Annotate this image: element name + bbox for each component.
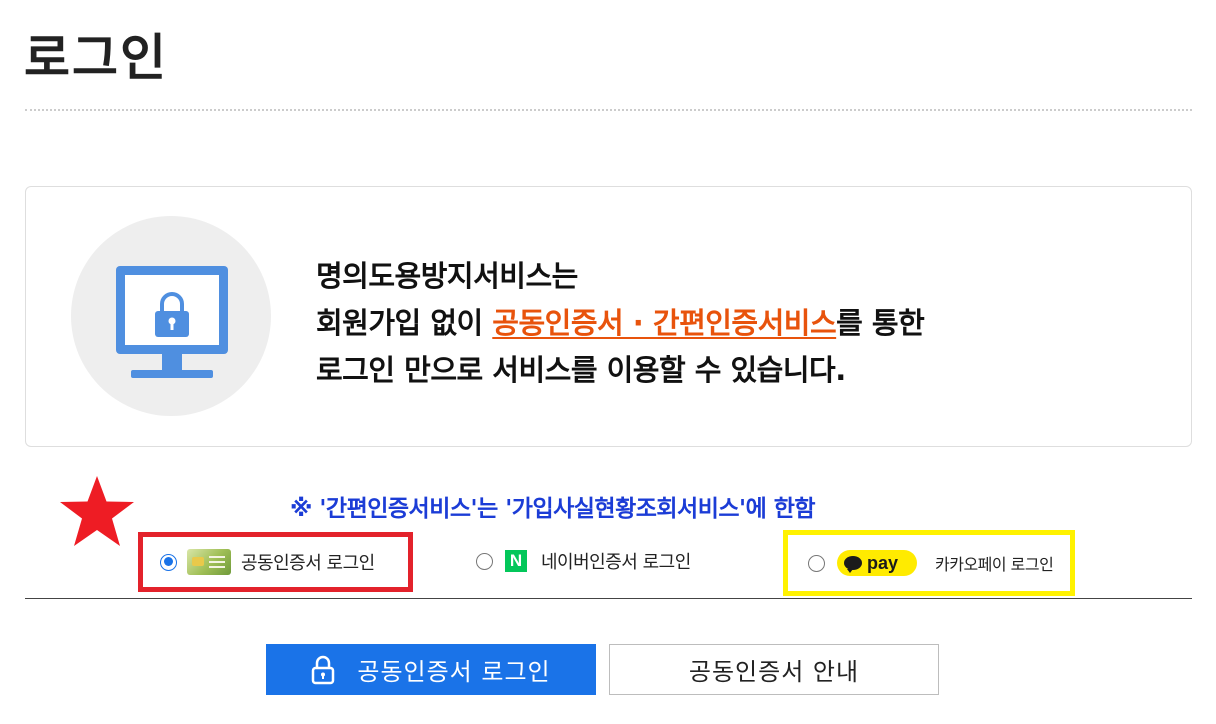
star-icon	[60, 476, 134, 546]
title-divider	[25, 109, 1192, 111]
cert-login-button-label: 공동인증서 로그인	[357, 658, 551, 686]
cert-guide-button[interactable]: 공동인증서 안내	[609, 644, 939, 695]
highlight-link[interactable]: 공동인증서 · 간편인증서비스	[492, 306, 836, 340]
cert-login-button[interactable]: 공동인증서 로그인	[266, 644, 596, 695]
info-box: 명의도용방지서비스는 회원가입 없이 공동인증서 · 간편인증서비스를 통한 로…	[25, 186, 1192, 447]
speech-bubble-icon	[844, 556, 862, 573]
section-divider	[25, 598, 1192, 599]
service-description: 명의도용방지서비스는 회원가입 없이 공동인증서 · 간편인증서비스를 통한 로…	[316, 253, 925, 394]
cert-radio[interactable]	[160, 553, 177, 571]
kakaopay-icon: pay	[837, 550, 917, 576]
description-line-1: 명의도용방지서비스는	[316, 259, 578, 293]
login-method-kakao[interactable]: pay 카카오페이 로그인	[783, 530, 1075, 596]
login-method-cert[interactable]: 공동인증서 로그인	[138, 532, 413, 592]
certificate-card-icon	[187, 549, 231, 575]
cert-guide-button-label: 공동인증서 안내	[688, 658, 860, 686]
naver-n-icon: N	[505, 550, 527, 572]
notice-text: ※ '간편인증서비스'는 '가입사실현황조회서비스'에 한함	[290, 496, 816, 522]
kakao-label: 카카오페이 로그인	[935, 555, 1054, 574]
description-line-2: 회원가입 없이 공동인증서 · 간편인증서비스를 통한	[316, 306, 925, 340]
cert-label: 공동인증서 로그인	[241, 553, 375, 574]
page-title: 로그인	[24, 29, 168, 87]
naver-radio[interactable]	[476, 552, 493, 570]
monitor-lock-icon	[116, 266, 228, 378]
login-method-naver[interactable]: N 네이버인증서 로그인	[476, 548, 691, 574]
kakao-radio[interactable]	[808, 554, 825, 572]
lock-icon	[312, 655, 335, 684]
monitor-lock-illustration	[71, 216, 271, 416]
description-line-3: 로그인 만으로 서비스를 이용할 수 있습니다.	[316, 353, 846, 387]
naver-label: 네이버인증서 로그인	[541, 552, 691, 573]
